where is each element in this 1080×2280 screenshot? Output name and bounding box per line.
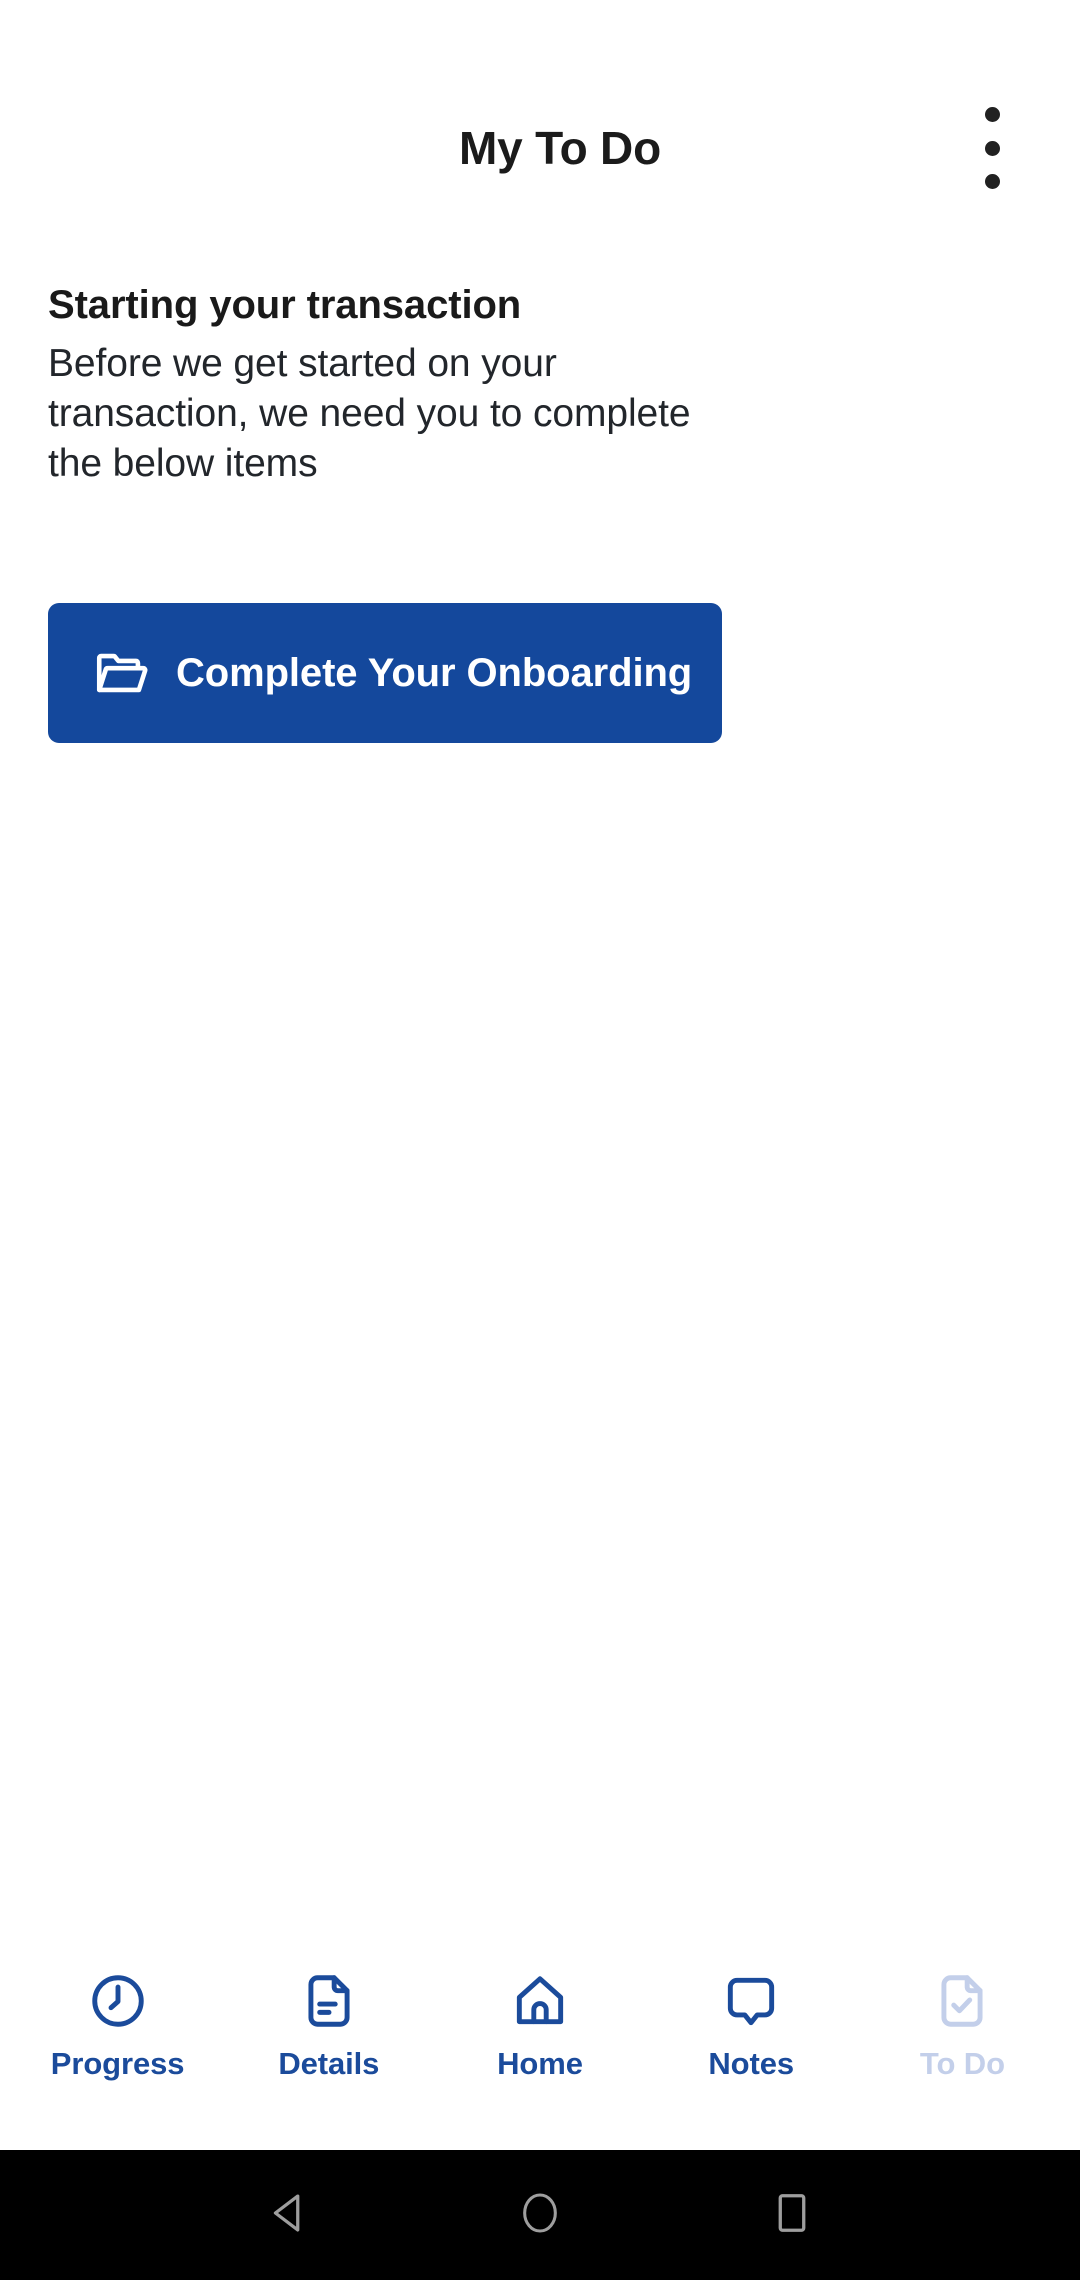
system-recents-button[interactable] — [764, 2187, 820, 2243]
overflow-dot-icon — [984, 174, 1000, 189]
main-content: Starting your transaction Before we get … — [0, 250, 1080, 1944]
app-screen: My To Do Starting your transaction Befor… — [0, 0, 1080, 2280]
tab-details-label: Details — [278, 2046, 380, 2081]
tab-notes-label: Notes — [708, 2046, 795, 2081]
tab-todo[interactable]: To Do — [857, 1944, 1068, 2079]
tab-notes[interactable]: Notes — [646, 1944, 857, 2079]
page-title: My To Do — [459, 122, 661, 174]
complete-onboarding-label: Complete Your Onboarding — [176, 650, 693, 695]
tab-todo-label: To Do — [919, 2046, 1005, 2081]
tab-details[interactable]: Details — [223, 1944, 434, 2079]
document-check-icon — [931, 1970, 993, 2032]
tab-home[interactable]: Home — [434, 1944, 645, 2079]
section-heading: Starting your transaction — [48, 283, 522, 327]
tab-home-label: Home — [497, 2046, 583, 2081]
document-lines-icon — [298, 1970, 360, 2032]
square-icon — [770, 2191, 814, 2240]
system-home-button[interactable] — [512, 2187, 568, 2243]
app-bar: My To Do — [0, 0, 1080, 250]
clock-icon — [87, 1970, 149, 2032]
system-back-button[interactable] — [260, 2187, 316, 2243]
circle-icon — [517, 2190, 563, 2241]
bottom-tab-bar: Progress Details Home Notes To Do — [0, 1944, 1080, 2150]
overflow-dot-icon — [984, 140, 1000, 156]
section-body-text: Before we get started on your transactio… — [48, 342, 691, 485]
tab-progress[interactable]: Progress — [12, 1944, 223, 2079]
system-navigation-bar — [0, 2150, 1080, 2280]
complete-onboarding-button[interactable]: Complete Your Onboarding — [48, 602, 722, 743]
overflow-dot-icon — [984, 107, 1000, 122]
triangle-left-icon — [262, 2187, 314, 2244]
tab-progress-label: Progress — [50, 2046, 185, 2081]
home-icon — [509, 1970, 571, 2032]
folder-open-icon — [92, 644, 150, 702]
overflow-menu-button[interactable] — [960, 101, 1024, 195]
speech-bubble-icon — [720, 1970, 782, 2032]
